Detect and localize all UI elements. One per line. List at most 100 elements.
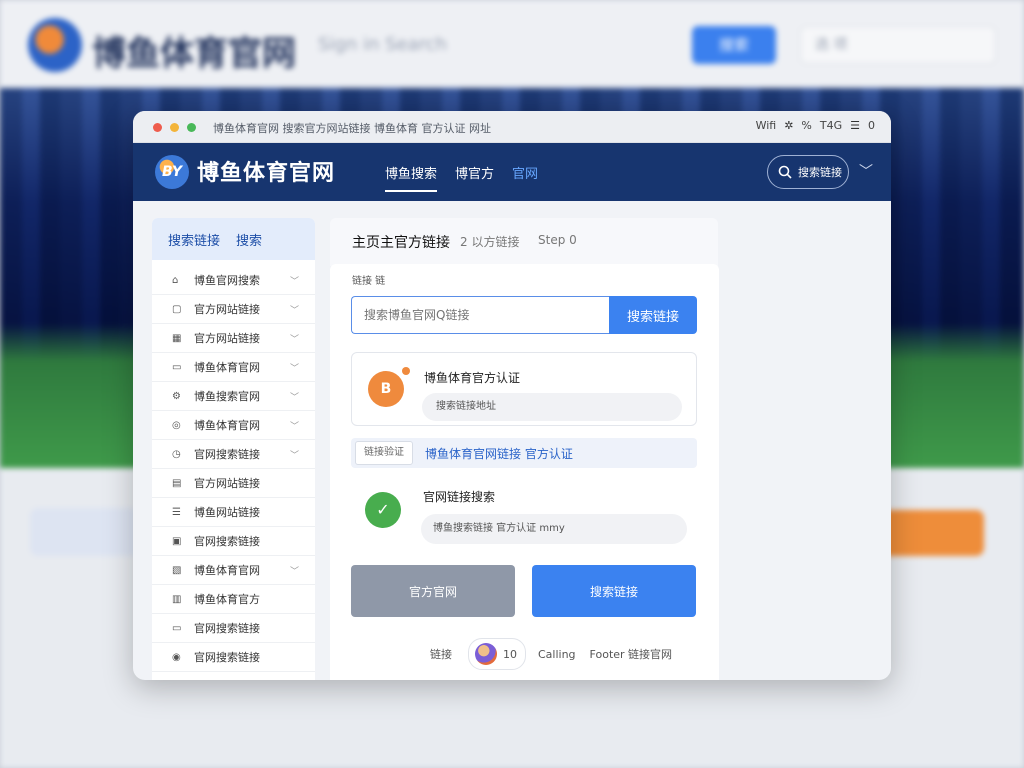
verify-row: 链接验证 博鱼体育官网链接 官方认证	[351, 438, 697, 468]
percent-label: %	[801, 119, 812, 132]
gear-icon[interactable]: ✲	[784, 119, 793, 132]
user-icon: ◉	[172, 651, 181, 663]
result-card-pill[interactable]: 博鱼搜索链接 官方认证 mmy	[421, 514, 687, 544]
verify-tag[interactable]: 链接验证	[355, 441, 413, 465]
minimize-dot-icon[interactable]	[170, 123, 179, 132]
bg-nav-text: Sign in Search	[318, 34, 447, 55]
sidebar-item-label: 官方网站链接	[194, 477, 260, 490]
chevron-down-icon: ﹀	[289, 392, 299, 403]
search-row: 搜索链接	[351, 296, 697, 334]
search-link-button[interactable]: 搜索链接	[532, 565, 696, 617]
sidebar-item[interactable]: ▭ 官网搜索链接	[152, 614, 315, 643]
brand-name[interactable]: 博鱼体育官网	[197, 155, 335, 187]
status-area: Wifi ✲ % T4G ☰ 0	[756, 119, 875, 132]
sidebar-item-label: 官网搜索链接	[194, 535, 260, 548]
brand-badge-icon: B	[368, 371, 404, 407]
nav-links: 博鱼搜索 博官方 官网	[385, 163, 538, 192]
table-icon: ▥	[172, 593, 182, 605]
sidebar-item-label: 博鱼体育官方	[194, 593, 260, 606]
search-button[interactable]: 搜索链接	[609, 296, 697, 334]
bg-orange-button	[880, 510, 984, 556]
avatar-count: 10	[503, 647, 517, 661]
title-bar: 博鱼体育官网 搜索官方网站链接 博鱼体育 官方认证 网址 Wifi ✲ % T4…	[133, 111, 891, 143]
brand-logo-icon[interactable]: BY	[155, 155, 189, 189]
page-title: 主页主官方链接	[352, 235, 450, 251]
sidebar-tab-links[interactable]: 搜索链接	[168, 230, 220, 249]
notification-dot-icon	[402, 367, 410, 375]
settings-icon: ⚙	[172, 390, 181, 402]
menu-icon[interactable]: ☰	[850, 119, 860, 132]
sidebar: 搜索链接 搜索 ⌂ 博鱼官网搜索 ﹀ ▢ 官方网站链接 ﹀ ▦ 官方网站链接 ﹀ ▭ 博鱼体育…	[152, 218, 315, 680]
nav-link-search[interactable]: 博鱼搜索	[385, 163, 438, 192]
check-leaf-icon: ✓	[365, 492, 401, 528]
nav-link-official[interactable]: 博官方	[455, 163, 494, 192]
chevron-down-icon: ﹀	[289, 566, 299, 577]
chevron-down-icon[interactable]: ﹀	[859, 161, 873, 181]
sidebar-item[interactable]: ⌂ 博鱼官网搜索 ﹀	[152, 266, 315, 295]
main-panel: 链接 链 搜索链接 B 博鱼体育官方认证 搜索链接地址 链接验证 博鱼体育官网链…	[330, 264, 719, 680]
sidebar-item[interactable]: ▧ 博鱼体育官网 ﹀	[152, 556, 315, 585]
result-card-title: 博鱼体育官方认证	[424, 371, 521, 385]
result-card-title: 官网链接搜索	[423, 490, 496, 504]
sidebar-tab-search[interactable]: 搜索	[236, 230, 262, 249]
bg-select: 选 项	[800, 26, 996, 64]
clock-icon: ◷	[172, 448, 181, 460]
content-header: 主页主官方链接 2 以方链接 Step 0	[330, 218, 718, 266]
sidebar-item[interactable]: ☰ 博鱼网站链接	[152, 498, 315, 527]
result-card-pill[interactable]: 搜索链接地址	[422, 393, 682, 421]
sidebar-item-label: 博鱼体育官网	[194, 361, 260, 374]
calendar-icon: ▣	[172, 535, 182, 547]
sidebar-item[interactable]: ▥ 博鱼体育官方	[152, 585, 315, 614]
bg-brand: 博鱼体育官网	[92, 34, 296, 74]
sidebar-item[interactable]: ▦ 官方网站链接 ﹀	[152, 324, 315, 353]
sidebar-item-label: 官网搜索链接	[194, 622, 260, 635]
top-navbar: BY 博鱼体育官网 博鱼搜索 博官方 官网 搜索链接 ﹀	[133, 143, 891, 201]
chevron-down-icon: ﹀	[289, 334, 299, 345]
nav-link-site[interactable]: 官网	[512, 163, 538, 192]
sidebar-item[interactable]: ▭ 博鱼体育官网 ﹀	[152, 353, 315, 382]
bg-logo-icon	[28, 18, 82, 72]
footer-row: 链接 10 Calling Footer 链接官网	[430, 638, 672, 670]
nav-search-button[interactable]: 搜索链接	[767, 155, 849, 189]
result-card-search[interactable]: ✓ 官网链接搜索 博鱼搜索链接 官方认证 mmy	[351, 478, 697, 556]
search-field-label: 链接 链	[352, 276, 386, 287]
official-site-button[interactable]: 官方官网	[351, 565, 515, 617]
sidebar-item[interactable]: ◎ 博鱼体育官网 ﹀	[152, 411, 315, 440]
search-icon	[778, 165, 792, 179]
window-title: 博鱼体育官网 搜索官方网站链接 博鱼体育 官方认证 网址	[213, 122, 491, 135]
sidebar-item-label: 博鱼搜索官网	[194, 390, 260, 403]
grid-icon: ▦	[172, 332, 182, 344]
folder-icon: ▭	[172, 622, 182, 634]
nav-search-label: 搜索链接	[798, 166, 842, 179]
footer-link[interactable]: Footer 链接官网	[590, 646, 673, 662]
sidebar-item-label: 博鱼网站链接	[194, 506, 260, 519]
search-input[interactable]	[351, 296, 609, 334]
bg-card	[30, 508, 140, 556]
tone-label: T4G	[819, 119, 843, 132]
sidebar-item[interactable]: ⚙ 博鱼搜索官网 ﹀	[152, 382, 315, 411]
avatar-chip[interactable]: 10	[468, 638, 526, 670]
sidebar-item-label: 博鱼体育官网	[194, 564, 260, 577]
step-indicator[interactable]: 2 以方链接	[460, 233, 519, 250]
sidebar-item-label: 官网搜索链接	[194, 448, 260, 461]
sidebar-item[interactable]: ◉ 官网搜索链接	[152, 643, 315, 672]
sidebar-item[interactable]: ▣ 官网搜索链接	[152, 527, 315, 556]
footer-label: 链接	[430, 648, 452, 661]
sidebar-item[interactable]: ▢ 官方网站链接 ﹀	[152, 295, 315, 324]
verify-link[interactable]: 博鱼体育官网链接 官方认证	[425, 445, 573, 462]
close-dot-icon[interactable]	[153, 123, 162, 132]
chevron-down-icon: ﹀	[289, 305, 299, 316]
globe-icon: ◎	[172, 419, 181, 431]
step-indicator-secondary[interactable]: Step 0	[538, 233, 577, 247]
result-card-official[interactable]: B 博鱼体育官方认证 搜索链接地址	[351, 352, 697, 426]
footer-status: Calling	[538, 647, 576, 661]
sidebar-item[interactable]: ▤ 官方网站链接	[152, 469, 315, 498]
app-window: 博鱼体育官网 搜索官方网站链接 博鱼体育 官方认证 网址 Wifi ✲ % T4…	[133, 111, 891, 680]
chevron-down-icon: ﹀	[289, 450, 299, 461]
chevron-down-icon: ﹀	[289, 421, 299, 432]
document-icon: ▢	[172, 303, 182, 315]
sidebar-item-label: 官方网站链接	[194, 332, 260, 345]
maximize-dot-icon[interactable]	[187, 123, 196, 132]
sidebar-item[interactable]: ◷ 官网搜索链接 ﹀	[152, 440, 315, 469]
chevron-down-icon: ﹀	[289, 276, 299, 287]
